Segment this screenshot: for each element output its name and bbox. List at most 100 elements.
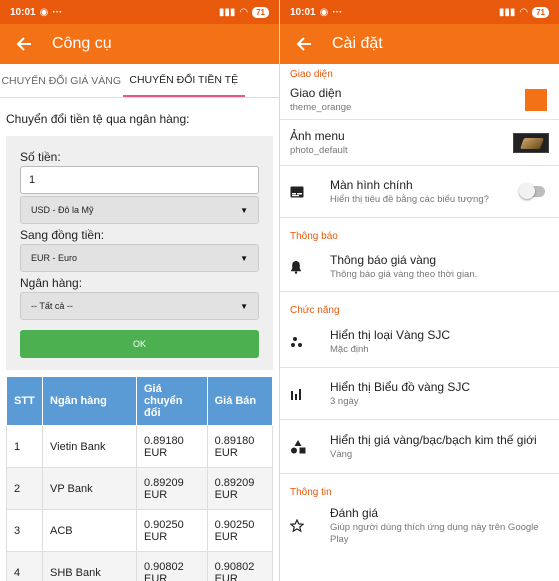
caret-down-icon: ▼	[240, 205, 248, 215]
table-row: 1 Vietin Bank 0.89180 EUR 0.89180 EUR	[6, 425, 274, 468]
cell-convert: 0.89209 EUR	[136, 467, 208, 510]
more-dots-icon: ···	[52, 6, 63, 18]
ok-button[interactable]: OK	[20, 330, 259, 358]
pref-menu-image[interactable]: Ảnh menu photo_default	[280, 120, 559, 166]
cell-stt: 2	[6, 467, 43, 510]
table-row: 4 SHB Bank 0.90802 EUR 0.90802 EUR	[6, 551, 274, 581]
tab-bar: CHUYỂN ĐỔI GIÁ VÀNG CHUYỂN ĐỔI TIỀN TỆ	[0, 64, 279, 98]
battery-icon: 71	[532, 6, 549, 18]
header-bank: Ngân hàng	[42, 376, 137, 426]
from-currency-select[interactable]: USD - Đô la Mỹ ▼	[20, 196, 259, 224]
switch-knob	[519, 183, 535, 199]
pref-world-price[interactable]: Hiển thị giá vàng/bạc/bạch kim thế giới …	[280, 420, 559, 474]
pref-title: Màn hình chính	[330, 177, 413, 192]
to-currency-value: EUR - Euro	[31, 253, 78, 263]
to-currency-select[interactable]: EUR - Euro ▼	[20, 244, 259, 272]
card-icon	[290, 186, 330, 198]
converter-prompt: Chuyển đổi tiền tệ qua ngân hàng:	[6, 112, 190, 126]
pref-title: Hiển thị loại Vàng SJC	[330, 327, 451, 342]
from-currency-value: USD - Đô la Mỹ	[31, 205, 94, 215]
section-info: Thông tin	[290, 487, 332, 498]
star-outline-icon	[290, 519, 330, 533]
messenger-icon: ◉	[319, 6, 329, 18]
cell-bank: SHB Bank	[42, 551, 137, 581]
wifi-icon: ◠	[519, 6, 529, 18]
header-convert-price: Giá chuyển đổi	[136, 376, 208, 426]
amount-label: Số tiền:	[20, 150, 61, 164]
pref-title: Giao diện	[290, 85, 342, 100]
status-bar: 10:01 ◉ ··· ▮▮▮ ◠ 71	[280, 0, 559, 24]
battery-icon: 71	[252, 6, 269, 18]
shapes-icon	[290, 439, 330, 454]
dots-cluster-icon	[290, 336, 330, 348]
pref-title: Đánh giá	[330, 506, 379, 520]
pref-summary: Thông báo giá vàng theo thời gian.	[330, 268, 478, 280]
table-header-row: STT Ngân hàng Giá chuyển đổi Giá Bán	[6, 376, 274, 426]
back-arrow-icon[interactable]	[12, 32, 36, 56]
cell-bank: Vietin Bank	[42, 425, 137, 468]
section-notify: Thông báo	[290, 231, 338, 242]
pref-theme[interactable]: Giao diện theme_orange	[280, 80, 559, 120]
status-time: 10:01	[290, 6, 316, 18]
signal-icon: ▮▮▮	[498, 6, 516, 18]
pref-home-screen[interactable]: Màn hình chính Hiển thị tiêu đề bằng các…	[280, 166, 559, 218]
cell-convert: 0.89180 EUR	[136, 425, 208, 468]
cell-bank: ACB	[42, 509, 137, 552]
bank-select[interactable]: -- Tất cả -- ▼	[20, 292, 259, 320]
status-time: 10:01	[10, 6, 36, 18]
converter-form: Số tiền: 1 USD - Đô la Mỹ ▼ Sang đồng ti…	[6, 136, 273, 370]
app-bar: Công cụ	[0, 24, 279, 64]
cell-bank: VP Bank	[42, 467, 137, 510]
more-dots-icon: ···	[332, 6, 343, 18]
cell-sell: 0.90802 EUR	[206, 551, 274, 581]
pref-title: Ảnh menu	[290, 128, 345, 143]
theme-color-swatch	[525, 88, 547, 111]
pref-sjc-type[interactable]: Hiển thị loại Vàng SJC Mặc định	[280, 316, 559, 368]
cell-sell: 0.90250 EUR	[206, 509, 274, 552]
caret-down-icon: ▼	[240, 301, 248, 311]
converter-screen: 10:01 ◉ ··· ▮▮▮ ◠ 71 Công cụ CHUYỂN ĐỔI …	[0, 0, 279, 581]
pref-title: Thông báo giá vàng	[330, 252, 437, 267]
pref-summary: Giúp người dùng thích ứng dụng này trên …	[330, 522, 539, 545]
pref-summary: Vàng	[330, 448, 353, 460]
pref-sjc-chart[interactable]: Hiển thị Biểu đồ vàng SJC 3 ngày	[280, 368, 559, 420]
pref-summary: Hiển thị tiêu đề bằng các biểu tượng?	[330, 193, 489, 205]
section-features: Chức năng	[290, 305, 340, 316]
pref-title: Hiển thị Biểu đồ vàng SJC	[330, 379, 471, 394]
bank-value: -- Tất cả --	[31, 301, 73, 311]
tab-currency-convert[interactable]: CHUYỂN ĐỔI TIỀN TỆ	[122, 64, 245, 97]
amount-input[interactable]: 1	[20, 166, 259, 194]
header-sell-price: Giá Bán	[206, 376, 274, 426]
cell-convert: 0.90250 EUR	[136, 509, 208, 552]
to-currency-label: Sang đồng tiền:	[20, 228, 105, 242]
pref-summary: theme_orange	[290, 101, 352, 113]
pref-title: Hiển thị giá vàng/bạc/bạch kim thế giới	[330, 432, 537, 447]
bell-icon	[290, 260, 330, 274]
menu-image-thumbnail	[513, 132, 549, 153]
pref-rate[interactable]: Đánh giá Giúp người dùng thích ứng dụng …	[280, 498, 559, 554]
pref-summary: 3 ngày	[330, 395, 359, 407]
header-stt: STT	[6, 376, 43, 426]
rates-table: STT Ngân hàng Giá chuyển đổi Giá Bán 1 V…	[6, 376, 274, 581]
wifi-icon: ◠	[239, 6, 249, 18]
cell-sell: 0.89180 EUR	[206, 425, 274, 468]
cell-sell: 0.89209 EUR	[206, 467, 274, 510]
messenger-icon: ◉	[39, 6, 49, 18]
home-toggle-switch[interactable]	[519, 183, 545, 199]
signal-icon: ▮▮▮	[218, 6, 236, 18]
bank-label: Ngân hàng:	[20, 276, 83, 290]
page-title: Cài đặt	[332, 35, 383, 52]
pref-gold-notify[interactable]: Thông báo giá vàng Thông báo giá vàng th…	[280, 242, 559, 292]
status-bar: 10:01 ◉ ··· ▮▮▮ ◠ 71	[0, 0, 279, 24]
cell-stt: 4	[6, 551, 43, 581]
settings-screen: 10:01 ◉ ··· ▮▮▮ ◠ 71 Cài đặt Giao diện G…	[280, 0, 559, 581]
back-arrow-icon[interactable]	[292, 32, 316, 56]
cell-convert: 0.90802 EUR	[136, 551, 208, 581]
tab-gold-convert[interactable]: CHUYỂN ĐỔI GIÁ VÀNG	[0, 64, 123, 97]
table-row: 2 VP Bank 0.89209 EUR 0.89209 EUR	[6, 467, 274, 510]
app-bar: Cài đặt	[280, 24, 559, 64]
pref-summary: photo_default	[290, 144, 348, 156]
pref-summary: Mặc định	[330, 343, 369, 355]
caret-down-icon: ▼	[240, 253, 248, 263]
table-row: 3 ACB 0.90250 EUR 0.90250 EUR	[6, 509, 274, 552]
